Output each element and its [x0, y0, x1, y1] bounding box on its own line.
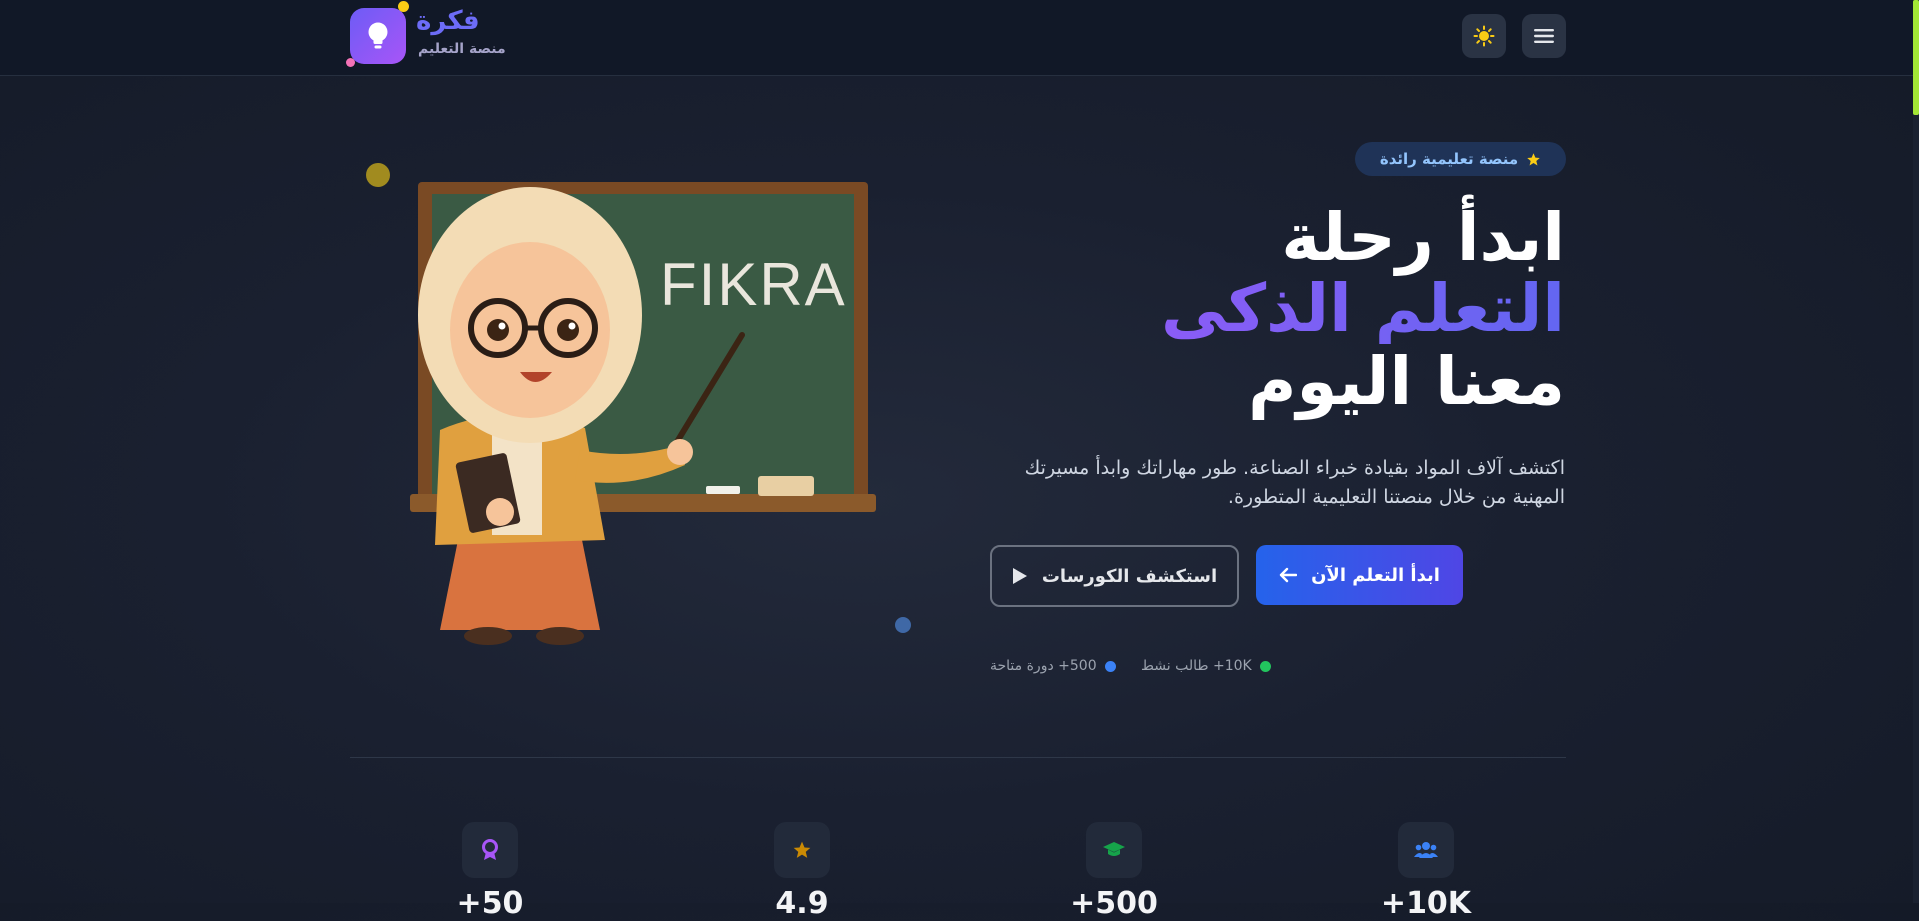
theme-toggle-button[interactable] [1462, 14, 1506, 58]
scrollbar[interactable] [1913, 0, 1919, 903]
lightbulb-icon [368, 22, 388, 49]
stat-courses-label: 500+ دورة متاحة [990, 658, 1097, 674]
start-learning-button[interactable]: ابدأ التعلم الآن [1256, 545, 1463, 605]
play-icon [1012, 568, 1027, 584]
hero-title-line-2: التعلم الذكى [1161, 270, 1565, 347]
stat-courses: 500+ دورة متاحة [990, 656, 1116, 676]
hero-description: اكتشف آلاف المواد بقيادة خبراء الصناعة. … [1024, 457, 1565, 508]
feature-value: 500+ [1070, 886, 1158, 921]
status-dot [1104, 660, 1116, 672]
logo-decoration-dot [398, 1, 409, 12]
section-divider [350, 757, 1566, 758]
brand-name[interactable]: فكرة [416, 6, 480, 36]
logo-decoration-dot [346, 58, 355, 67]
menu-button[interactable] [1522, 14, 1566, 58]
feature-card-students [1398, 822, 1454, 878]
users-icon [1414, 842, 1438, 858]
teacher-illustration: FIKRA [410, 182, 876, 645]
explore-courses-button[interactable]: استكشف الكورسات [990, 545, 1239, 607]
feature-card-awards [462, 822, 518, 878]
feature-value: 4.9 [775, 886, 829, 921]
star-icon [793, 841, 811, 858]
status-dot [1259, 660, 1271, 672]
hero-title-line-1: ابدأ رحلة [1281, 199, 1565, 276]
arrow-left-icon [1279, 567, 1298, 583]
sun-icon [1473, 25, 1495, 47]
star-icon [1527, 152, 1540, 165]
top-navbar: فكرة منصة التعليم [0, 0, 1919, 76]
feature-card-courses [1086, 822, 1142, 878]
graduation-cap-icon [1103, 842, 1125, 856]
hero-title-line-3: معنا اليوم [1248, 343, 1565, 420]
feature-value: 50+ [456, 886, 524, 921]
feature-card-rating [774, 822, 830, 878]
feature-value: 10K+ [1380, 886, 1472, 921]
menu-icon [1534, 29, 1554, 43]
stat-students: 10K+ طالب نشط [1141, 656, 1271, 676]
start-learning-label: ابدأ التعلم الآن [1311, 564, 1440, 586]
stat-students-label: 10K+ طالب نشط [1141, 658, 1252, 674]
brand-subtitle: منصة التعليم [418, 41, 506, 57]
explore-courses-label: استكشف الكورسات [1041, 565, 1218, 587]
hero-badge: منصة تعليمية رائدة [1355, 142, 1566, 176]
hero-badge-label: منصة تعليمية رائدة [1379, 150, 1519, 168]
scrollbar-thumb[interactable] [1913, 0, 1919, 115]
logo-badge[interactable] [350, 8, 406, 64]
award-icon [482, 839, 498, 860]
chalkboard-text: FIKRA [660, 251, 847, 318]
